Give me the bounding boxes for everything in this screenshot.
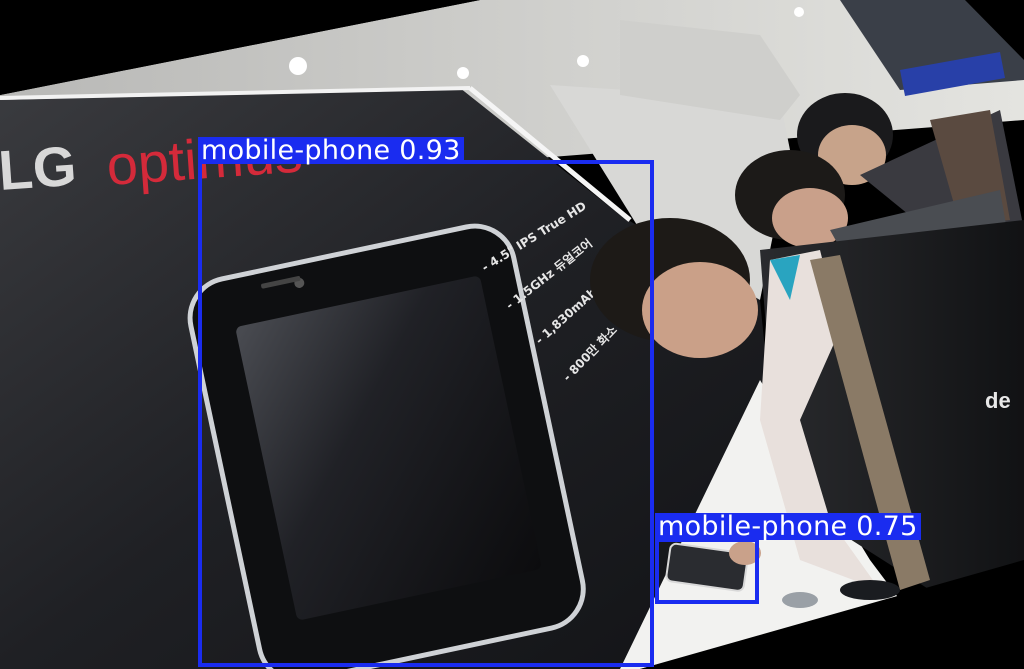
detection-label-2: mobile-phone 0.75 xyxy=(655,513,921,540)
ceiling-light xyxy=(457,67,469,79)
ceiling-light xyxy=(794,7,804,17)
detection-box-1 xyxy=(198,160,654,667)
brand-lg-text: LG xyxy=(0,134,78,202)
detection-box-2 xyxy=(655,538,759,604)
detection-label-1: mobile-phone 0.93 xyxy=(198,137,464,164)
ceiling-light xyxy=(577,55,589,67)
ceiling-light xyxy=(289,57,307,75)
jacket-logo: de xyxy=(985,388,1011,413)
